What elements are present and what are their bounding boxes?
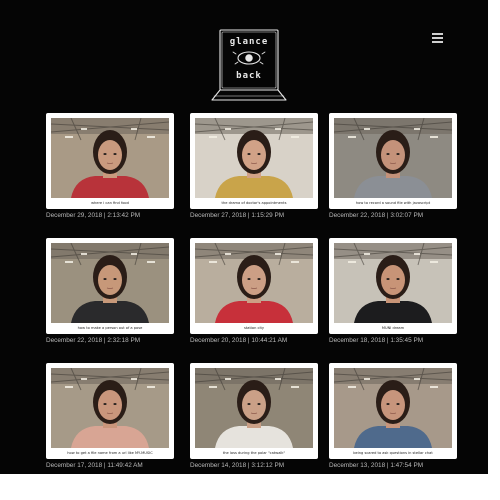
entry-photo xyxy=(334,243,452,323)
entry-card[interactable]: station city December 20, 2018 | 10:44:21… xyxy=(190,238,318,350)
entry-timestamp: December 27, 2018 | 1:15:29 PM xyxy=(190,212,285,219)
entry-timestamp: December 17, 2018 | 11:49:42 AM xyxy=(46,462,143,469)
polaroid-frame: being scared to ask questions in stellar… xyxy=(329,363,457,459)
glance-back-logo[interactable]: glance back xyxy=(208,24,290,104)
entry-caption: the drama of doctor's appointments xyxy=(221,201,287,205)
logo-text-top: glance xyxy=(230,37,269,47)
entry-timestamp: December 20, 2018 | 10:44:21 AM xyxy=(190,337,288,344)
entry-caption: how to make a person out of a pose xyxy=(77,326,143,330)
entry-caption: how to record a sound file with javascri… xyxy=(355,201,431,205)
polaroid-frame: MUNI dream xyxy=(329,238,457,334)
entry-photo xyxy=(51,368,169,448)
entry-caption: MUNI dream xyxy=(381,326,405,330)
entry-caption: how to get a file name from a url like M… xyxy=(67,451,153,455)
hamburger-menu-icon[interactable] xyxy=(432,32,446,46)
polaroid-frame: how to make a person out of a pose xyxy=(46,238,174,334)
polaroid-frame: the loss during the polar "catwalk" xyxy=(190,363,318,459)
entry-timestamp: December 22, 2018 | 2:32:18 PM xyxy=(46,337,141,344)
entry-photo xyxy=(195,368,313,448)
entry-card[interactable]: MUNI dream December 18, 2018 | 1:35:45 PM xyxy=(329,238,457,350)
entry-photo xyxy=(334,368,452,448)
polaroid-frame: the drama of doctor's appointments xyxy=(190,113,318,209)
entry-card[interactable]: how to make a person out of a pose Decemb… xyxy=(46,238,174,350)
page-background: glance back where i can find food Decembe… xyxy=(0,0,500,500)
entry-card[interactable]: the drama of doctor's appointments Decemb… xyxy=(190,113,318,225)
entry-caption: where i can find food xyxy=(91,201,129,205)
entry-caption: the loss during the polar "catwalk" xyxy=(222,451,286,455)
entry-card[interactable]: where i can find food December 29, 2018 |… xyxy=(46,113,174,225)
polaroid-frame: how to record a sound file with javascri… xyxy=(329,113,457,209)
polaroid-frame: how to get a file name from a url like M… xyxy=(46,363,174,459)
entry-card[interactable]: how to get a file name from a url like M… xyxy=(46,363,174,475)
entry-photo xyxy=(195,243,313,323)
entry-timestamp: December 18, 2018 | 1:35:45 PM xyxy=(329,337,424,344)
entry-card[interactable]: how to record a sound file with javascri… xyxy=(329,113,457,225)
entry-caption: station city xyxy=(243,326,265,330)
entry-photo xyxy=(334,118,452,198)
entry-card[interactable]: being scared to ask questions in stellar… xyxy=(329,363,457,475)
entry-caption: being scared to ask questions in stellar… xyxy=(353,451,433,455)
entry-timestamp: December 29, 2018 | 2:13:42 PM xyxy=(46,212,141,219)
logo-text-bottom: back xyxy=(236,71,262,81)
entry-photo xyxy=(51,243,169,323)
polaroid-frame: where i can find food xyxy=(46,113,174,209)
polaroid-frame: station city xyxy=(190,238,318,334)
entry-photo xyxy=(195,118,313,198)
entry-timestamp: December 13, 2018 | 1:47:54 PM xyxy=(329,462,424,469)
entry-card[interactable]: the loss during the polar "catwalk" Decem… xyxy=(190,363,318,475)
app-window: glance back where i can find food Decembe… xyxy=(0,0,488,474)
entry-timestamp: December 14, 2018 | 3:12:12 PM xyxy=(190,462,285,469)
entry-photo xyxy=(51,118,169,198)
entry-timestamp: December 22, 2018 | 3:02:07 PM xyxy=(329,212,424,219)
